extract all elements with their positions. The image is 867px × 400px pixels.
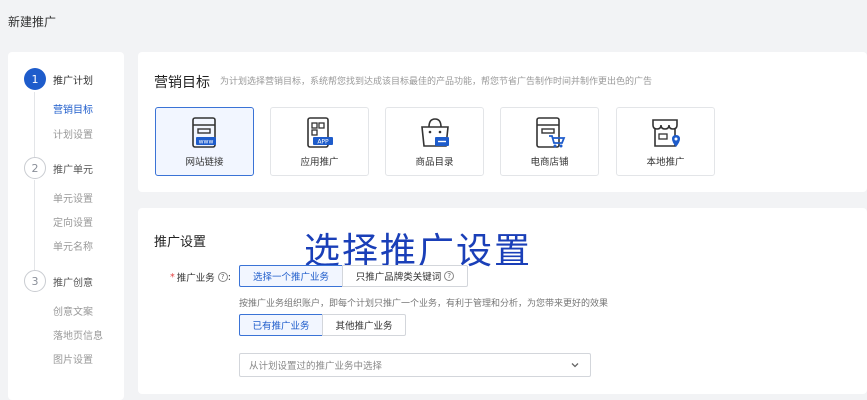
business-option-select-one[interactable]: 选择一个推广业务 [239, 265, 343, 287]
help-icon[interactable]: ? [444, 271, 455, 281]
substep-targeting[interactable]: 定向设置 [53, 214, 93, 229]
step-rail [34, 180, 35, 270]
step-2[interactable]: 2 推广单元 [24, 157, 93, 179]
section-title: 营销目标 [154, 75, 210, 91]
step-3[interactable]: 3 推广创意 [24, 270, 93, 292]
substep-landing-page[interactable]: 落地页信息 [53, 327, 103, 342]
help-icon[interactable]: ? [217, 272, 228, 282]
page-title: 新建推广 [8, 15, 57, 29]
substep-creative-copy[interactable]: 创意文案 [53, 303, 93, 318]
marketing-goal-card: 营销目标 为计划选择营销目标，系统帮您找到达成该目标最佳的产品功能，帮您节省广告… [138, 52, 867, 192]
source-option-existing[interactable]: 已有推广业务 [239, 314, 323, 336]
option-label: 只推广品牌类关键词 [355, 272, 442, 283]
goal-option-label: 网站链接 [185, 157, 224, 168]
step-rail [34, 92, 35, 158]
step-label: 推广计划 [53, 75, 93, 87]
section-description: 为计划选择营销目标，系统帮您找到达成该目标最佳的产品功能，帮您节省广告制作时间并… [220, 77, 653, 87]
icon-badge: APP [317, 139, 329, 146]
select-placeholder: 从计划设置过的推广业务中选择 [249, 361, 383, 372]
business-option-brand-keywords[interactable]: 只推广品牌类关键词 ? [342, 265, 468, 287]
shopping-bag-icon [420, 118, 449, 147]
local-store-icon [651, 119, 680, 147]
website-icon: www [191, 117, 216, 148]
goal-option-local[interactable]: 本地推广 [616, 107, 715, 176]
chevron-down-icon [571, 363, 579, 368]
goal-option-label: 本地推广 [646, 157, 685, 168]
section-title: 推广设置 [154, 235, 207, 250]
substep-marketing-goal[interactable]: 营销目标 [53, 101, 93, 116]
business-field-label: * 推广业务 ? : [170, 270, 231, 285]
step-number: 1 [24, 68, 46, 90]
substep-unit-name[interactable]: 单元名称 [53, 238, 93, 253]
goal-option-app[interactable]: APP 应用推广 [270, 107, 369, 176]
ecommerce-cart-icon [535, 117, 565, 148]
goal-option-ecommerce[interactable]: 电商店铺 [500, 107, 599, 176]
promotion-settings-card: 推广设置 选择推广设置 * 推广业务 ? : 选择一个推广业务 只推广品牌类关键… [138, 208, 867, 394]
required-mark: * [170, 271, 175, 283]
source-option-other[interactable]: 其他推广业务 [322, 314, 406, 336]
goal-option-website[interactable]: www 网站链接 [155, 107, 254, 176]
business-select[interactable]: 从计划设置过的推广业务中选择 [239, 353, 591, 377]
step-sidebar: 1 推广计划 营销目标 计划设置 2 推广单元 单元设置 定向设置 单元名称 3… [8, 52, 124, 400]
substep-plan-settings[interactable]: 计划设置 [53, 126, 93, 141]
goal-option-label: 电商店铺 [530, 157, 569, 168]
goal-option-label: 应用推广 [300, 157, 339, 168]
step-1[interactable]: 1 推广计划 [24, 68, 93, 90]
step-number: 2 [24, 157, 46, 179]
step-number: 3 [24, 270, 46, 292]
goal-option-label: 商品目录 [415, 157, 454, 168]
step-label: 推广创意 [53, 277, 93, 289]
field-label-text: 推广业务 [176, 273, 215, 284]
substep-image-settings[interactable]: 图片设置 [53, 351, 93, 366]
icon-badge: www [198, 139, 213, 146]
substep-unit-settings[interactable]: 单元设置 [53, 190, 93, 205]
goal-option-catalog[interactable]: 商品目录 [385, 107, 484, 176]
label-colon: : [227, 271, 231, 283]
step-label: 推广单元 [53, 164, 93, 176]
business-hint: 按推广业务组织账户，即每个计划只推广一个业务，有利于管理和分析，为您带来更好的效… [239, 299, 609, 309]
app-icon: APP [306, 117, 333, 148]
